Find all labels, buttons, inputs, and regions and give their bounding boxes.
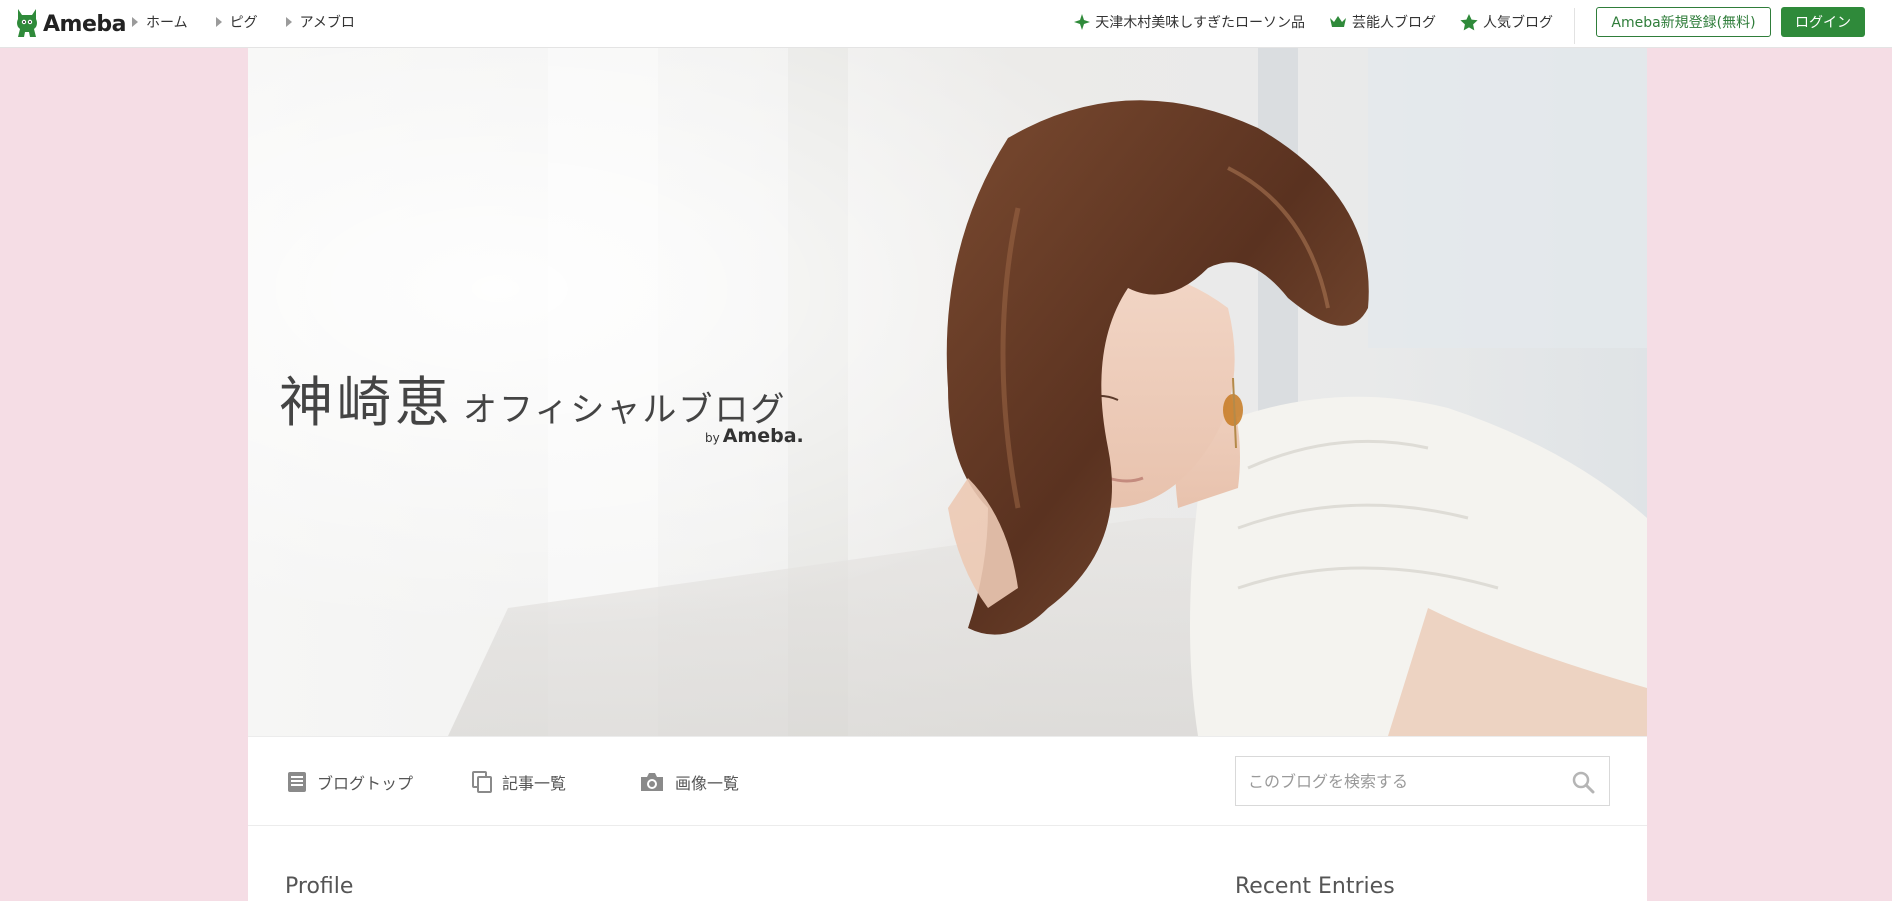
star-icon xyxy=(1460,13,1478,30)
blog-column: 神崎恵 オフィシャルブログ by Ameba. ブログトップ 記事一覧 画像一覧… xyxy=(248,48,1647,901)
global-header: Ameba ホーム ピグ アメブロ 天津木村美味しすぎたローソン品 芸能人ブログ xyxy=(0,0,1892,48)
link-label: 人気ブログ xyxy=(1483,15,1553,31)
by-brand: Ameba. xyxy=(722,425,804,447)
sparkle-icon xyxy=(1074,14,1091,30)
nav-label: 記事一覧 xyxy=(502,774,567,793)
ameba-logo[interactable]: Ameba xyxy=(14,6,126,42)
blog-title-name: 神崎恵 xyxy=(279,371,453,434)
triangle-right-icon xyxy=(215,17,222,27)
breadcrumb-label: ホーム xyxy=(146,15,188,31)
ameba-mascot-icon xyxy=(17,9,37,37)
blog-header-image[interactable]: 神崎恵 オフィシャルブログ by Ameba. xyxy=(248,48,1647,736)
breadcrumb-home[interactable]: ホーム xyxy=(132,12,188,32)
breadcrumb-label: アメブロ xyxy=(299,15,355,31)
popular-blog-link[interactable]: 人気ブログ xyxy=(1460,12,1553,32)
breadcrumb-ameblo[interactable]: アメブロ xyxy=(285,12,355,32)
recent-entries-heading: Recent Entries xyxy=(1235,874,1395,899)
by-ameba-mark: by Ameba. xyxy=(705,425,804,447)
login-button[interactable]: ログイン xyxy=(1781,7,1865,37)
breadcrumb: ホーム ピグ アメブロ xyxy=(132,0,383,44)
celebrity-blog-link[interactable]: 芸能人ブログ xyxy=(1329,12,1436,32)
breadcrumb-label: ピグ xyxy=(229,15,258,31)
register-button[interactable]: Ameba新規登録(無料) xyxy=(1596,7,1771,37)
header-divider xyxy=(1574,8,1575,44)
copy-icon xyxy=(472,771,492,793)
document-icon xyxy=(288,772,306,792)
search-icon[interactable] xyxy=(1571,770,1595,794)
crown-icon xyxy=(1330,16,1346,27)
link-label: 芸能人ブログ xyxy=(1352,15,1436,31)
blog-title-sub: オフィシャルブログ xyxy=(463,390,787,430)
search-input[interactable] xyxy=(1236,757,1556,805)
breadcrumb-pigg[interactable]: ピグ xyxy=(215,12,258,32)
link-label: 天津木村美味しすぎたローソン品 xyxy=(1095,15,1305,31)
profile-heading: Profile xyxy=(285,874,354,899)
trending-topic-link[interactable]: 天津木村美味しすぎたローソン品 xyxy=(1074,12,1305,32)
logo-text: Ameba xyxy=(43,11,126,37)
by-text: by xyxy=(705,431,720,445)
triangle-right-icon xyxy=(285,17,292,27)
nav-label: 画像一覧 xyxy=(675,774,740,793)
nav-image-list[interactable]: 画像一覧 xyxy=(639,737,739,827)
nav-blog-top[interactable]: ブログトップ xyxy=(287,737,413,827)
header-links: 天津木村美味しすぎたローソン品 芸能人ブログ 人気ブログ xyxy=(1050,0,1553,44)
nav-entry-list[interactable]: 記事一覧 xyxy=(472,737,566,827)
camera-icon xyxy=(641,773,663,791)
triangle-right-icon xyxy=(132,17,138,27)
nav-label: ブログトップ xyxy=(317,774,414,793)
blog-search xyxy=(1235,756,1610,806)
